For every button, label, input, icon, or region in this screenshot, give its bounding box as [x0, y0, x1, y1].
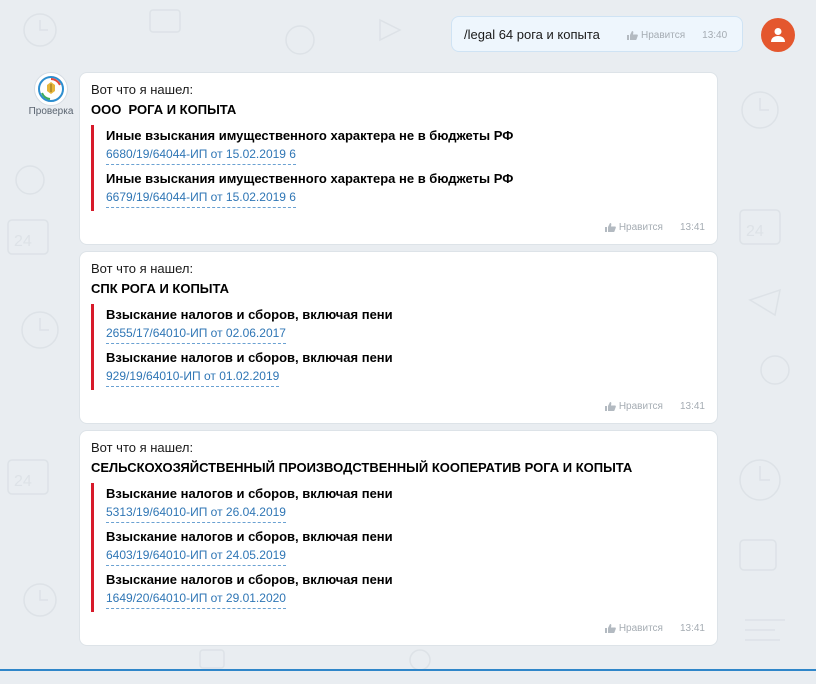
- case-title: Взыскание налогов и сборов, включая пени: [106, 572, 393, 587]
- like-label: Нравится: [618, 222, 663, 233]
- svg-text:24: 24: [746, 223, 764, 240]
- thumbs-up-icon: [604, 223, 616, 232]
- case-list: Взыскание налогов и сборов, включая пени…: [91, 304, 393, 390]
- case-title: Взыскание налогов и сборов, включая пени: [106, 350, 393, 365]
- outgoing-message-text: /legal 64 рога и копыта: [464, 27, 600, 42]
- case-item: Взыскание налогов и сборов, включая пени…: [106, 526, 393, 569]
- svg-text:24: 24: [14, 473, 32, 490]
- result-intro: Вот что я нашел:: [91, 82, 194, 97]
- case-item: Взыскание налогов и сборов, включая пени…: [106, 569, 393, 612]
- bot-avatar[interactable]: [34, 72, 68, 106]
- user-avatar[interactable]: [761, 18, 795, 52]
- result-card: Вот что я нашел: ООО РОГА И КОПЫТА Иные …: [79, 72, 718, 245]
- result-intro: Вот что я нашел:: [91, 261, 194, 276]
- company-name: ООО РОГА И КОПЫТА: [91, 102, 237, 117]
- like-button[interactable]: Нравится: [627, 30, 685, 41]
- like-button[interactable]: Нравится: [604, 222, 663, 233]
- case-title: Иные взыскания имущественного характера …: [106, 128, 514, 143]
- like-label: Нравится: [618, 401, 663, 412]
- result-card: Вот что я нашел: СПК РОГА И КОПЫТА Взыск…: [79, 251, 718, 424]
- case-title: Взыскание налогов и сборов, включая пени: [106, 307, 393, 322]
- case-title: Иные взыскания имущественного характера …: [106, 171, 514, 186]
- case-link[interactable]: 6679/19/64044-ИП от 15.02.2019 6: [106, 190, 296, 208]
- message-meta: Нравится 13:41: [604, 222, 705, 233]
- result-card: Вот что я нашел: СЕЛЬСКОХОЗЯЙСТВЕННЫЙ ПР…: [79, 430, 718, 646]
- case-item: Иные взыскания имущественного характера …: [106, 125, 513, 168]
- case-title: Взыскание налогов и сборов, включая пени: [106, 486, 393, 501]
- company-name: СЕЛЬСКОХОЗЯЙСТВЕННЫЙ ПРОИЗВОДСТВЕННЫЙ КО…: [91, 460, 633, 475]
- person-icon: [771, 28, 785, 42]
- case-link[interactable]: 1649/20/64010-ИП от 29.01.2020: [106, 591, 286, 609]
- like-label: Нравится: [641, 30, 686, 41]
- case-link[interactable]: 5313/19/64010-ИП от 26.04.2019: [106, 505, 286, 523]
- thumbs-up-icon: [627, 31, 638, 40]
- case-link[interactable]: 6403/19/64010-ИП от 24.05.2019: [106, 548, 286, 566]
- thumbs-up-icon: [604, 402, 616, 411]
- result-intro: Вот что я нашел:: [91, 440, 194, 455]
- company-name: СПК РОГА И КОПЫТА: [91, 281, 230, 296]
- emblem-icon: [38, 76, 64, 102]
- like-button[interactable]: Нравится: [604, 623, 663, 634]
- case-link[interactable]: 929/19/64010-ИП от 01.02.2019: [106, 369, 280, 387]
- message-meta: Нравится 13:41: [604, 401, 705, 412]
- case-link[interactable]: 6680/19/64044-ИП от 15.02.2019 6: [106, 147, 296, 165]
- like-button[interactable]: Нравится: [604, 401, 663, 412]
- case-item: Иные взыскания имущественного характера …: [106, 168, 513, 211]
- case-list: Взыскание налогов и сборов, включая пени…: [91, 483, 393, 612]
- case-list: Иные взыскания имущественного характера …: [91, 125, 513, 211]
- message-meta: Нравится 13:41: [604, 623, 705, 634]
- message-time: 13:40: [702, 30, 728, 41]
- case-item: Взыскание налогов и сборов, включая пени…: [106, 483, 393, 526]
- case-item: Взыскание налогов и сборов, включая пени…: [106, 304, 393, 347]
- like-label: Нравится: [618, 623, 663, 634]
- case-item: Взыскание налогов и сборов, включая пени…: [106, 347, 393, 390]
- message-time: 13:41: [679, 401, 705, 412]
- thumbs-up-icon: [604, 624, 616, 633]
- bot-name: Проверка: [28, 106, 74, 117]
- message-time: 13:41: [679, 623, 705, 634]
- outgoing-message: /legal 64 рога и копыта Нравится 13:40: [451, 16, 743, 52]
- outgoing-message-meta: Нравится 13:40: [627, 30, 727, 41]
- message-time: 13:41: [679, 222, 705, 233]
- bottom-divider: [0, 669, 816, 671]
- case-title: Взыскание налогов и сборов, включая пени: [106, 529, 393, 544]
- svg-text:24: 24: [14, 233, 32, 250]
- case-link[interactable]: 2655/17/64010-ИП от 02.06.2017: [106, 326, 286, 344]
